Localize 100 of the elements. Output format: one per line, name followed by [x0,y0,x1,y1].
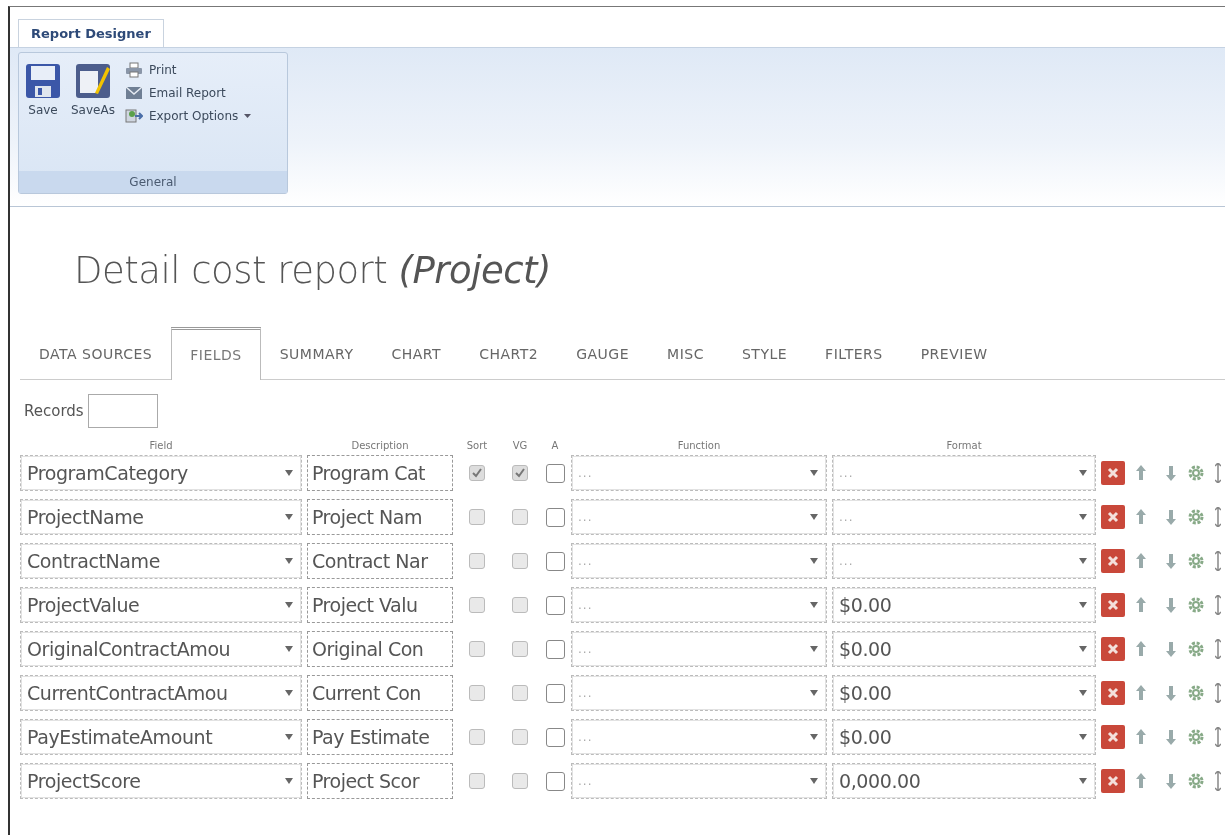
field-dropdown[interactable]: OriginalContractAmou [20,631,302,667]
settings-icon[interactable] [1187,640,1205,658]
field-dropdown[interactable]: PayEstimateAmount [20,719,302,755]
sort-checkbox[interactable] [469,465,485,481]
tab[interactable]: STYLE [722,327,807,380]
a-checkbox[interactable] [545,639,565,659]
vg-checkbox[interactable] [512,597,528,613]
description-field[interactable]: Project Nam [307,499,453,535]
format-dropdown[interactable]: $0.00 [832,719,1096,755]
format-dropdown[interactable]: $0.00 [832,587,1096,623]
delete-button[interactable] [1101,549,1125,573]
description-field[interactable]: Project Scor [307,763,453,799]
resize-icon[interactable] [1215,463,1221,483]
caret-icon [810,690,818,696]
save-as-button[interactable]: SaveAs [69,61,117,163]
tab[interactable]: CHART [372,327,461,380]
save-button[interactable]: Save [23,61,63,163]
tab[interactable]: PREVIEW [901,327,1007,380]
description-field[interactable]: Pay Estimate [307,719,453,755]
print-button[interactable]: Print [122,61,254,79]
format-dropdown[interactable]: 0,000.00 [832,763,1096,799]
settings-icon[interactable] [1187,464,1205,482]
delete-button[interactable] [1101,725,1125,749]
sort-checkbox[interactable] [469,597,485,613]
resize-icon[interactable] [1215,507,1221,527]
tab[interactable]: DATA SOURCES [20,327,172,380]
group-label: General [19,171,287,193]
vg-checkbox[interactable] [512,773,528,789]
field-dropdown[interactable]: ContractName [20,543,302,579]
caret-icon [810,558,818,564]
settings-icon[interactable] [1187,596,1205,614]
sort-checkbox[interactable] [469,729,485,745]
delete-button[interactable] [1101,505,1125,529]
delete-button[interactable] [1101,681,1125,705]
resize-icon[interactable] [1215,683,1221,703]
resize-icon[interactable] [1215,727,1221,747]
x-icon [1106,598,1120,612]
sort-checkbox[interactable] [469,509,485,525]
sort-checkbox[interactable] [469,685,485,701]
x-icon [1106,774,1120,788]
caret-icon [285,778,293,784]
description-field[interactable]: Original Con [307,631,453,667]
a-checkbox[interactable] [545,507,565,527]
caret-icon [285,514,293,520]
resize-icon[interactable] [1215,639,1221,659]
settings-icon[interactable] [1187,772,1205,790]
a-checkbox[interactable] [545,595,565,615]
format-dropdown[interactable]: $0.00 [832,675,1096,711]
sort-checkbox[interactable] [469,641,485,657]
tab[interactable]: SUMMARY [260,327,373,380]
description-field[interactable]: Current Con [307,675,453,711]
records-field[interactable] [87,394,158,428]
a-header: A [550,440,560,451]
vg-checkbox[interactable] [512,729,528,745]
field-dropdown[interactable]: ProgramCategory [20,455,302,491]
tab[interactable]: MISC [648,327,723,380]
field-dropdown[interactable]: ProjectScore [20,763,302,799]
delete-button[interactable] [1101,637,1125,661]
tab[interactable]: CHART2 [460,327,558,380]
settings-icon[interactable] [1187,552,1205,570]
x-icon [1106,686,1120,700]
vg-checkbox[interactable] [512,641,528,657]
vg-checkbox[interactable] [512,509,528,525]
a-checkbox[interactable] [545,771,565,791]
a-checkbox[interactable] [545,683,565,703]
resize-icon[interactable] [1215,595,1221,615]
vg-checkbox[interactable] [512,685,528,701]
delete-button[interactable] [1101,769,1125,793]
description-field[interactable]: Contract Nar [307,543,453,579]
delete-button[interactable] [1101,461,1125,485]
tab[interactable]: GAUGE [557,327,649,380]
resize-icon[interactable] [1215,771,1221,791]
ribbon-tab[interactable]: Report Designer [18,19,164,47]
field-dropdown[interactable]: CurrentContractAmou [20,675,302,711]
settings-icon[interactable] [1187,728,1205,746]
a-checkbox[interactable] [545,727,565,747]
resize-icon[interactable] [1215,551,1221,571]
export-arrow-icon [124,108,143,124]
sort-checkbox[interactable] [469,773,485,789]
field-dropdown[interactable]: ProjectValue [20,587,302,623]
email-report-button[interactable]: Email Report [122,85,254,101]
tab[interactable]: FIELDS [171,327,261,380]
field-dropdown[interactable]: ProjectName [20,499,302,535]
vg-checkbox[interactable] [512,465,528,481]
delete-button[interactable] [1101,593,1125,617]
export-options-button[interactable]: Export Options [122,107,254,125]
caret-icon [810,470,818,476]
vg-checkbox[interactable] [512,553,528,569]
description-header: Description [350,440,410,451]
tab[interactable]: FILTERS [806,327,902,380]
a-checkbox[interactable] [545,551,565,571]
settings-icon[interactable] [1187,684,1205,702]
caret-icon [1079,778,1087,784]
settings-icon[interactable] [1187,508,1205,526]
sort-checkbox[interactable] [469,553,485,569]
description-field[interactable]: Program Cat [307,455,453,491]
description-field[interactable]: Project Valu [307,587,453,623]
format-dropdown[interactable]: $0.00 [832,631,1096,667]
caret-icon [285,558,293,564]
a-checkbox[interactable] [545,463,565,483]
